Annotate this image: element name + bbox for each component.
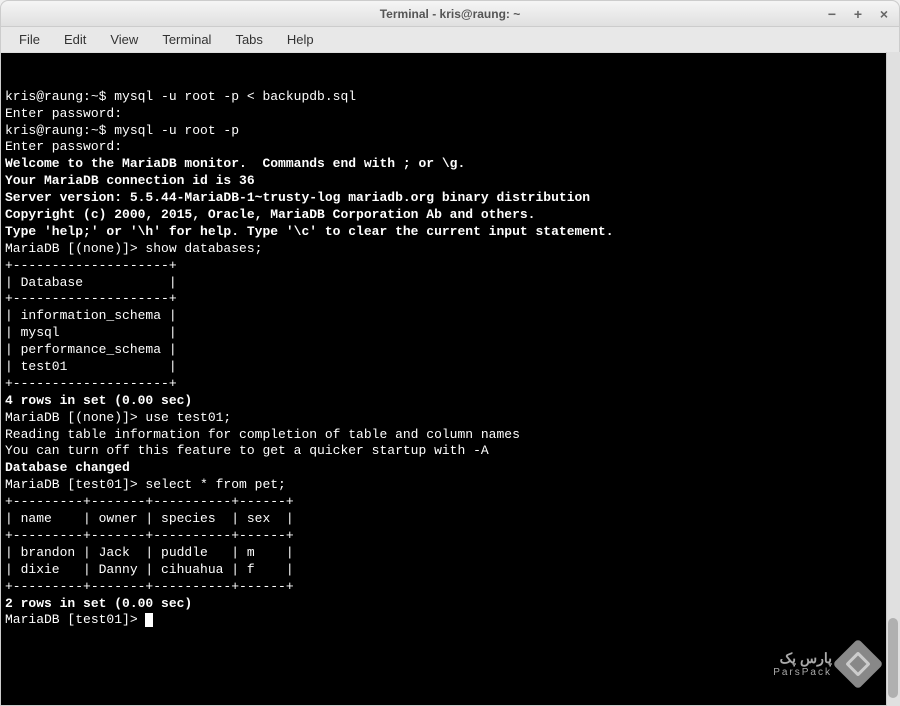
terminal-line: Enter password:	[5, 106, 895, 123]
terminal-line: MariaDB [(none)]> show databases;	[5, 241, 895, 258]
terminal-line: Welcome to the MariaDB monitor. Commands…	[5, 156, 895, 173]
watermark-text: پارس پک ParsPack	[773, 650, 832, 678]
menu-terminal[interactable]: Terminal	[152, 28, 221, 51]
scrollbar-thumb[interactable]	[888, 618, 898, 698]
terminal-line: You can turn off this feature to get a q…	[5, 443, 895, 460]
terminal-line: | information_schema |	[5, 308, 895, 325]
watermark: پارس پک ParsPack	[773, 646, 876, 682]
scrollbar[interactable]	[886, 52, 900, 706]
terminal-line: | performance_schema |	[5, 342, 895, 359]
terminal-line: | mysql |	[5, 325, 895, 342]
terminal-line: +--------------------+	[5, 258, 895, 275]
terminal-line: kris@raung:~$ mysql -u root -p < backupd…	[5, 89, 895, 106]
terminal-line: 4 rows in set (0.00 sec)	[5, 393, 895, 410]
menu-help[interactable]: Help	[277, 28, 324, 51]
titlebar[interactable]: Terminal - kris@raung: ~ − + ×	[1, 1, 899, 27]
maximize-button[interactable]: +	[851, 7, 865, 21]
terminal-content: kris@raung:~$ mysql -u root -p < backupd…	[5, 89, 895, 630]
terminal-line: +--------------------+	[5, 376, 895, 393]
menu-tabs[interactable]: Tabs	[225, 28, 272, 51]
terminal-line: kris@raung:~$ mysql -u root -p	[5, 123, 895, 140]
terminal-line: +---------+-------+----------+------+	[5, 494, 895, 511]
terminal-line: Reading table information for completion…	[5, 427, 895, 444]
window-title: Terminal - kris@raung: ~	[380, 7, 521, 21]
terminal-line: MariaDB [(none)]> use test01;	[5, 410, 895, 427]
menu-file[interactable]: File	[9, 28, 50, 51]
watermark-arabic: پارس پک	[780, 650, 832, 667]
terminal-line: | brandon | Jack | puddle | m |	[5, 545, 895, 562]
terminal-line: Type 'help;' or '\h' for help. Type '\c'…	[5, 224, 895, 241]
window-controls: − + ×	[825, 7, 891, 21]
terminal-line: +---------+-------+----------+------+	[5, 579, 895, 596]
terminal-line: Enter password:	[5, 139, 895, 156]
terminal-line: +---------+-------+----------+------+	[5, 528, 895, 545]
terminal-line: | Database |	[5, 275, 895, 292]
menu-edit[interactable]: Edit	[54, 28, 96, 51]
terminal-line: | dixie | Danny | cihuahua | f |	[5, 562, 895, 579]
terminal-prompt: MariaDB [test01]>	[5, 612, 145, 627]
terminal-line: Server version: 5.5.44-MariaDB-1~trusty-…	[5, 190, 895, 207]
terminal-line: Copyright (c) 2000, 2015, Oracle, MariaD…	[5, 207, 895, 224]
terminal-line: Your MariaDB connection id is 36	[5, 173, 895, 190]
terminal-line: +--------------------+	[5, 291, 895, 308]
terminal-window: Terminal - kris@raung: ~ − + × File Edit…	[0, 0, 900, 706]
menubar: File Edit View Terminal Tabs Help	[1, 27, 899, 53]
cursor	[145, 613, 153, 627]
terminal-line: 2 rows in set (0.00 sec)	[5, 596, 895, 613]
watermark-english: ParsPack	[773, 667, 832, 678]
terminal-line: MariaDB [test01]> select * from pet;	[5, 477, 895, 494]
terminal-line: | test01 |	[5, 359, 895, 376]
watermark-icon	[833, 639, 884, 690]
terminal-output[interactable]: kris@raung:~$ mysql -u root -p < backupd…	[1, 53, 899, 705]
terminal-line: Database changed	[5, 460, 895, 477]
close-button[interactable]: ×	[877, 7, 891, 21]
menu-view[interactable]: View	[100, 28, 148, 51]
minimize-button[interactable]: −	[825, 7, 839, 21]
terminal-prompt-line: MariaDB [test01]>	[5, 612, 895, 629]
terminal-line: | name | owner | species | sex |	[5, 511, 895, 528]
